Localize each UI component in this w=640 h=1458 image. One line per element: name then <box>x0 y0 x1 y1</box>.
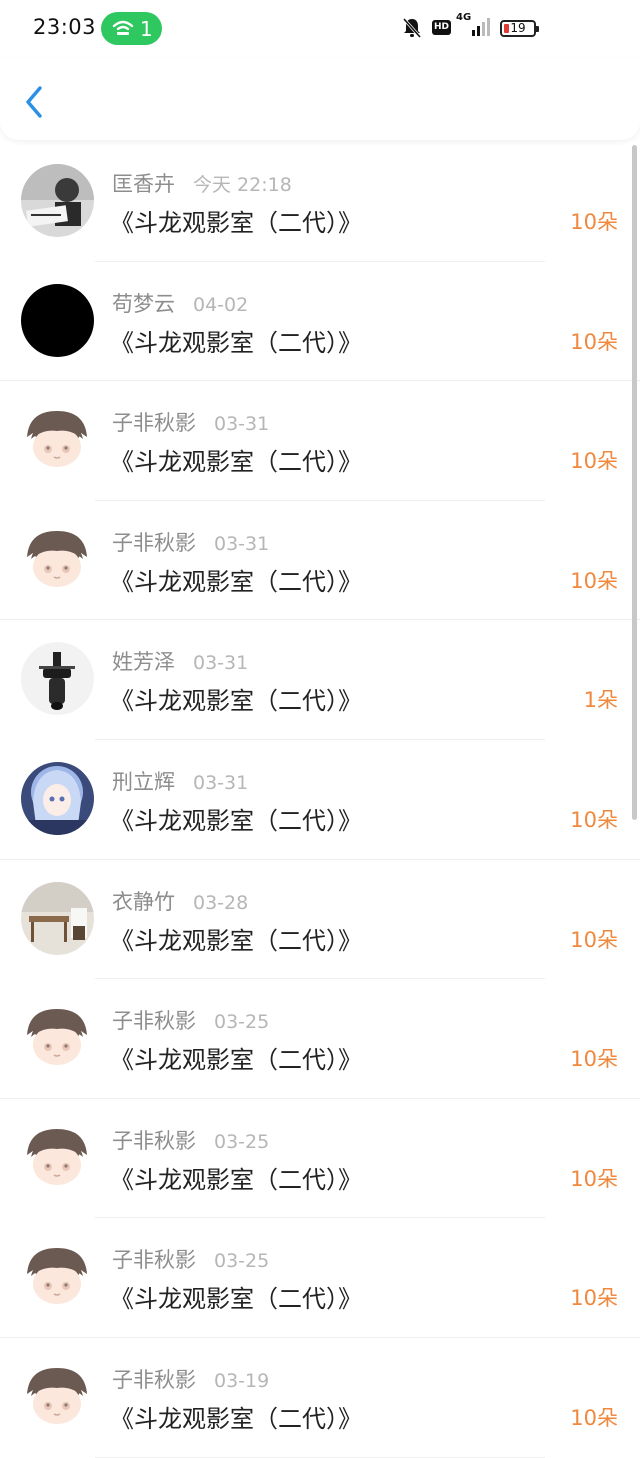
hotspot-count: 1 <box>140 17 153 41</box>
list-item[interactable]: 苟梦云 04-02 《斗龙观影室（二代）》 10朵 <box>0 262 640 382</box>
gift-amount: 10朵 <box>570 807 618 832</box>
gift-target-title: 《斗龙观影室（二代）》 <box>110 1404 362 1433</box>
gift-amount: 1朵 <box>583 688 618 713</box>
sender-name-text: 匡香卉 <box>112 172 175 196</box>
sender-name: 子非秋影 03-25 <box>112 1244 269 1274</box>
sender-name-text: 衣静竹 <box>112 889 175 914</box>
gift-target-title: 《斗龙观影室（二代）》 <box>110 806 362 835</box>
sender-name: 子非秋影 03-25 <box>112 1005 269 1035</box>
sender-name: 衣静竹 03-28 <box>112 886 248 916</box>
list-item[interactable]: 子非秋影 03-31 《斗龙观影室（二代）》 10朵 <box>0 381 640 501</box>
sender-name-text: 刑立辉 <box>112 769 175 794</box>
list-item[interactable]: 刑立辉 03-31 《斗龙观影室（二代）》 10朵 <box>0 740 640 860</box>
sender-name: 子非秋影 03-19 <box>112 1364 269 1394</box>
back-button[interactable] <box>18 82 52 122</box>
gift-target-title: 《斗龙观影室（二代）》 <box>110 1165 362 1194</box>
gift-target-title: 《斗龙观影室（二代）》 <box>110 687 362 716</box>
record-date: 03-19 <box>214 1369 270 1392</box>
avatar[interactable] <box>21 164 94 237</box>
mute-bell-icon <box>402 18 422 38</box>
gift-amount: 10朵 <box>570 1166 618 1191</box>
list-item[interactable]: 姓芳泽 03-31 《斗龙观影室（二代）》 1朵 <box>0 620 640 740</box>
sender-name-text: 子非秋影 <box>112 530 196 555</box>
gift-target-title: 《斗龙观影室（二代）》 <box>110 567 362 596</box>
record-date: 03-31 <box>193 771 249 794</box>
hotspot-pill[interactable]: 1 <box>101 12 162 45</box>
gift-record-list: 匡香卉 今天 22:18 《斗龙观影室（二代）》 10朵 苟梦云 04-02 《斗龙观影室（… <box>0 142 640 1458</box>
avatar[interactable] <box>21 1001 94 1075</box>
sender-name-text: 苟梦云 <box>112 291 175 316</box>
battery-level: 19 <box>510 21 526 35</box>
gift-amount: 10朵 <box>570 1047 618 1072</box>
avatar[interactable] <box>21 761 94 835</box>
avatar[interactable] <box>21 642 94 716</box>
record-date: 03-31 <box>214 413 270 436</box>
sender-name-text: 子非秋影 <box>112 1248 196 1273</box>
record-date: 03-25 <box>214 1250 270 1273</box>
record-date: 03-25 <box>214 1011 270 1034</box>
list-item[interactable]: 子非秋影 03-25 《斗龙观影室（二代）》 10朵 <box>0 979 640 1099</box>
record-date: 04-02 <box>193 293 249 316</box>
chevron-left-icon <box>26 86 42 118</box>
record-date: 03-31 <box>193 652 249 675</box>
sender-name: 匡香卉 今天 22:18 <box>112 168 292 198</box>
sender-name-text: 子非秋影 <box>112 1367 196 1392</box>
record-date: 03-31 <box>214 532 270 555</box>
gift-amount: 10朵 <box>570 210 618 234</box>
gift-amount: 10朵 <box>570 568 618 593</box>
sender-name-text: 子非秋影 <box>112 1009 196 1034</box>
list-item[interactable]: 子非秋影 03-31 《斗龙观影室（二代）》 10朵 <box>0 501 640 621</box>
avatar[interactable] <box>21 522 94 596</box>
network-type: 4G <box>456 12 472 23</box>
list-item[interactable]: 子非秋影 03-25 《斗龙观影室（二代）》 10朵 <box>0 1218 640 1338</box>
avatar[interactable] <box>21 403 94 477</box>
sender-name-text: 姓芳泽 <box>112 650 175 675</box>
avatar[interactable] <box>21 283 94 357</box>
top-bar <box>0 58 640 140</box>
gift-amount: 10朵 <box>570 1405 618 1430</box>
gift-target-title: 《斗龙观影室（二代）》 <box>110 328 362 357</box>
list-item[interactable]: 子非秋影 03-19 《斗龙观影室（二代）》 10朵 <box>0 1338 640 1458</box>
gift-target-title: 《斗龙观影室（二代）》 <box>110 1285 362 1314</box>
scrollbar[interactable] <box>632 145 637 820</box>
gift-target-title: 《斗龙观影室（二代）》 <box>110 926 362 955</box>
sender-name: 姓芳泽 03-31 <box>112 646 248 676</box>
avatar[interactable] <box>21 1240 94 1314</box>
gift-amount: 10朵 <box>570 1286 618 1311</box>
gift-target-title: 《斗龙观影室（二代）》 <box>110 209 362 237</box>
list-item[interactable]: 匡香卉 今天 22:18 《斗龙观影室（二代）》 10朵 <box>0 142 640 262</box>
gift-amount: 10朵 <box>570 449 618 474</box>
gift-target-title: 《斗龙观影室（二代）》 <box>110 448 362 477</box>
sender-name: 子非秋影 03-25 <box>112 1125 269 1155</box>
sender-name: 苟梦云 04-02 <box>112 288 248 318</box>
sender-name-text: 子非秋影 <box>112 1128 196 1153</box>
status-bar: 23:03 1 HD 4G 19 <box>0 0 640 58</box>
signal-icon <box>472 18 490 36</box>
avatar[interactable] <box>21 1120 94 1194</box>
status-time: 23:03 <box>33 15 97 39</box>
sender-name: 刑立辉 03-31 <box>112 766 248 796</box>
avatar[interactable] <box>21 881 94 955</box>
list-item[interactable]: 衣静竹 03-28 《斗龙观影室（二代）》 10朵 <box>0 860 640 980</box>
list-item[interactable]: 子非秋影 03-25 《斗龙观影室（二代）》 10朵 <box>0 1099 640 1219</box>
sender-name: 子非秋影 03-31 <box>112 527 269 557</box>
gift-amount: 10朵 <box>570 927 618 952</box>
gift-target-title: 《斗龙观影室（二代）》 <box>110 1046 362 1075</box>
hd-badge: HD <box>432 20 451 35</box>
sender-name-text: 子非秋影 <box>112 411 196 436</box>
sender-name: 子非秋影 03-31 <box>112 407 269 437</box>
hotspot-icon <box>112 20 134 35</box>
gift-amount: 10朵 <box>570 329 618 354</box>
record-date: 03-25 <box>214 1130 270 1153</box>
battery-icon: 19 <box>500 20 539 37</box>
divider <box>95 1456 545 1458</box>
record-date: 今天 22:18 <box>193 174 292 196</box>
record-date: 03-28 <box>193 891 249 914</box>
